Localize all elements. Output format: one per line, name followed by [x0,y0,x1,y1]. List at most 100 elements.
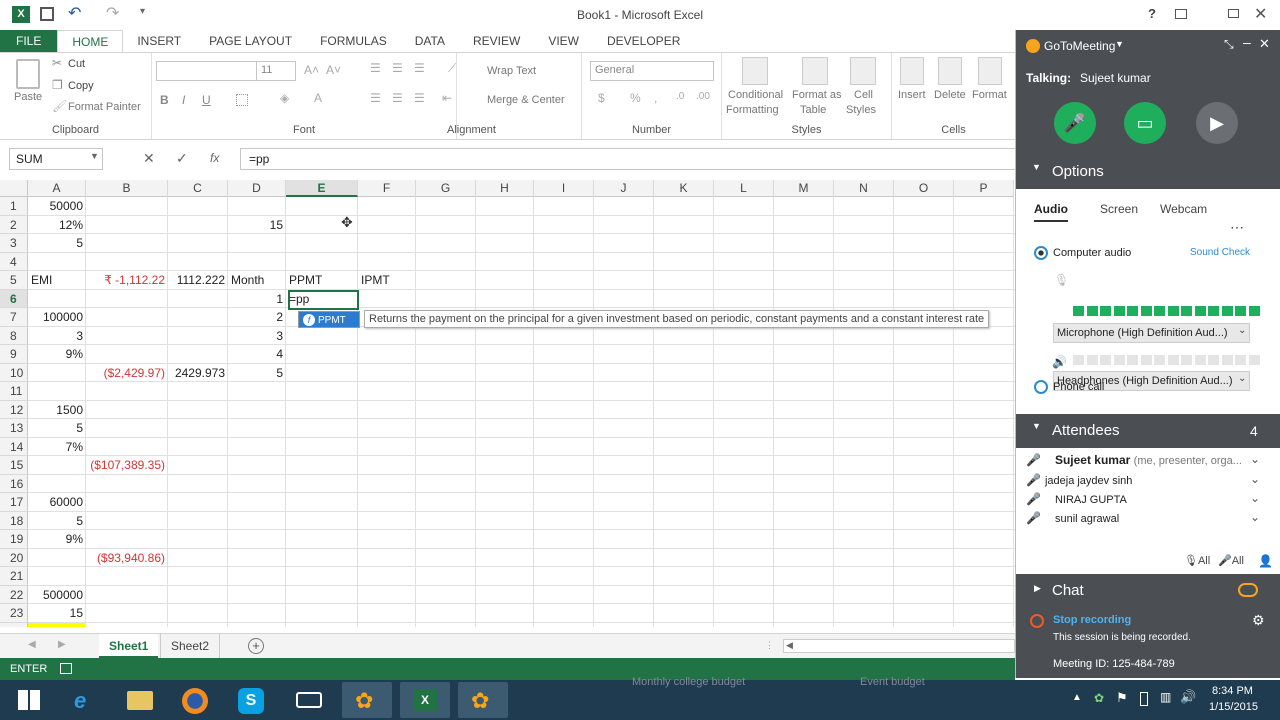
column-header-m[interactable]: M [774,180,834,197]
percent-icon[interactable]: % [630,91,641,105]
name-box-dropdown-icon[interactable]: ▼ [90,151,99,161]
cell-a9[interactable]: 9% [28,345,86,363]
format-cells-button[interactable]: Format [972,89,1007,101]
expand-chevron-icon[interactable]: ⌄ [1250,452,1260,466]
tray-gtm-icon[interactable]: ✿ [1094,691,1104,705]
borders-icon[interactable] [236,94,248,106]
cell-a24[interactable]: 8% [28,622,86,627]
close-icon[interactable]: ✕ [1254,4,1267,24]
cell-a8[interactable]: 3 [28,327,86,345]
mute-all-button[interactable]: 🎙All [1184,554,1210,567]
row-header-19[interactable]: 19 [0,530,28,549]
row-header-15[interactable]: 15 [0,456,28,475]
column-header-e[interactable]: E [286,180,358,197]
cell-a19[interactable]: 9% [28,530,86,548]
gtm-collapse-icon[interactable]: ⤡ [1224,37,1234,52]
cell-styles-label[interactable]: Cell [854,89,873,101]
cell-d6[interactable]: 1 [228,290,286,308]
macro-record-icon[interactable] [60,663,72,674]
cell-a3[interactable]: 5 [28,234,86,252]
currency-icon[interactable]: $ [598,91,605,105]
cell-a13[interactable]: 5 [28,419,86,437]
copy-button[interactable]: Copy [68,80,94,92]
cell-f5[interactable]: IPMT [358,271,416,289]
gtm-brand[interactable]: GoToMeeting [1044,39,1115,53]
tab-review[interactable]: REVIEW [459,30,534,52]
tray-volume-icon[interactable]: 🔊 [1180,689,1196,705]
cell-a17[interactable]: 60000 [28,493,86,511]
cell-d2[interactable]: 15 [228,216,286,234]
options-header[interactable]: Options [1016,155,1280,189]
orientation-icon[interactable]: ⟋ [448,61,456,76]
row-header-16[interactable]: 16 [0,474,28,493]
bold-icon[interactable]: B [160,93,169,107]
format-as-table-label-2[interactable]: Table [800,104,826,116]
cell-styles-icon[interactable] [850,57,876,85]
attendee-row[interactable]: 🎤 jadeja jaydev sinh [1026,473,1132,487]
autocomplete-item[interactable]: f PPMT [298,311,360,328]
column-header-h[interactable]: H [476,180,534,197]
cell-styles-label-2[interactable]: Styles [846,104,876,116]
tray-expand-icon[interactable]: ▲ [1072,692,1082,703]
cell-d5[interactable]: Month [228,271,286,289]
clock-time[interactable]: 8:34 PM [1212,685,1253,697]
row-header-18[interactable]: 18 [0,511,28,530]
shrink-font-icon[interactable]: A˅ [326,63,341,77]
tab-insert[interactable]: INSERT [123,30,195,52]
attendee-row[interactable]: 🎤 NIRAJ GUPTA [1026,492,1127,506]
hscroll-left-icon[interactable]: ◀ [786,640,793,651]
column-header-n[interactable]: N [834,180,894,197]
cell-b15[interactable]: ($107,389.35) [86,456,168,474]
row-header-2[interactable]: 2 [0,215,28,234]
cell-d8[interactable]: 3 [228,327,286,345]
cell-a22[interactable]: 500000 [28,586,86,604]
phone-call-radio[interactable] [1034,380,1048,394]
delete-cells-icon[interactable] [938,57,962,85]
insert-cells-button[interactable]: Insert [898,89,926,101]
column-header-c[interactable]: C [168,180,228,197]
microphone-button[interactable]: 🎤 [1054,102,1096,144]
row-header-6[interactable]: 6 [0,289,28,308]
headphones-select-chevron-icon[interactable]: ⌄ [1238,373,1246,384]
cut-button[interactable]: Cut [68,58,85,70]
record-icon[interactable] [1030,614,1044,628]
insert-cells-icon[interactable] [900,57,924,85]
row-header-8[interactable]: 8 [0,326,28,345]
webcam-button[interactable]: ▶ [1196,102,1238,144]
column-header-o[interactable]: O [894,180,954,197]
underline-icon[interactable]: U [202,93,211,107]
sound-check-link[interactable]: Sound Check [1190,247,1250,258]
cell-a5[interactable]: EMI [28,271,86,289]
row-header-9[interactable]: 9 [0,345,28,364]
delete-cells-button[interactable]: Delete [934,89,966,101]
tray-network-icon[interactable]: ▥ [1160,690,1171,704]
gtm-close-icon[interactable]: ✕ [1259,36,1270,52]
start-button[interactable] [4,682,54,718]
ie-taskbar-button[interactable]: e [60,682,110,718]
cell-d7[interactable]: 2 [228,308,286,326]
name-box[interactable]: SUM [9,148,103,170]
attendee-row[interactable]: 🎤 sunil agrawal [1026,511,1119,525]
cell-d10[interactable]: 5 [228,364,286,382]
camera-taskbar-button[interactable] [284,682,334,718]
column-header-i[interactable]: I [534,180,594,197]
tab-developer[interactable]: DEVELOPER [593,30,694,52]
format-as-table-icon[interactable] [802,57,828,85]
tab-webcam[interactable]: Webcam [1160,202,1207,216]
gtm-menu-icon[interactable]: ▼ [1115,39,1124,49]
sheet-tab-sheet2[interactable]: Sheet2 [160,634,221,658]
row-header-20[interactable]: 20 [0,548,28,567]
align-right-icon[interactable]: ☰ [414,91,425,105]
cell-d9[interactable]: 4 [228,345,286,363]
help-button[interactable]: ? [1148,6,1156,21]
skype-taskbar-button[interactable]: S [226,682,276,718]
select-all-corner[interactable] [0,180,28,197]
conditional-formatting-label[interactable]: Conditional [728,89,783,101]
excel-taskbar-button[interactable]: X [400,682,450,718]
unmute-all-button[interactable]: 🎤All [1218,554,1244,567]
comma-icon[interactable]: , [654,91,657,105]
save-icon[interactable] [40,7,54,21]
row-header-10[interactable]: 10 [0,363,28,382]
align-center-icon[interactable]: ☰ [392,91,403,105]
cell-a1[interactable]: 50000 [28,197,86,215]
